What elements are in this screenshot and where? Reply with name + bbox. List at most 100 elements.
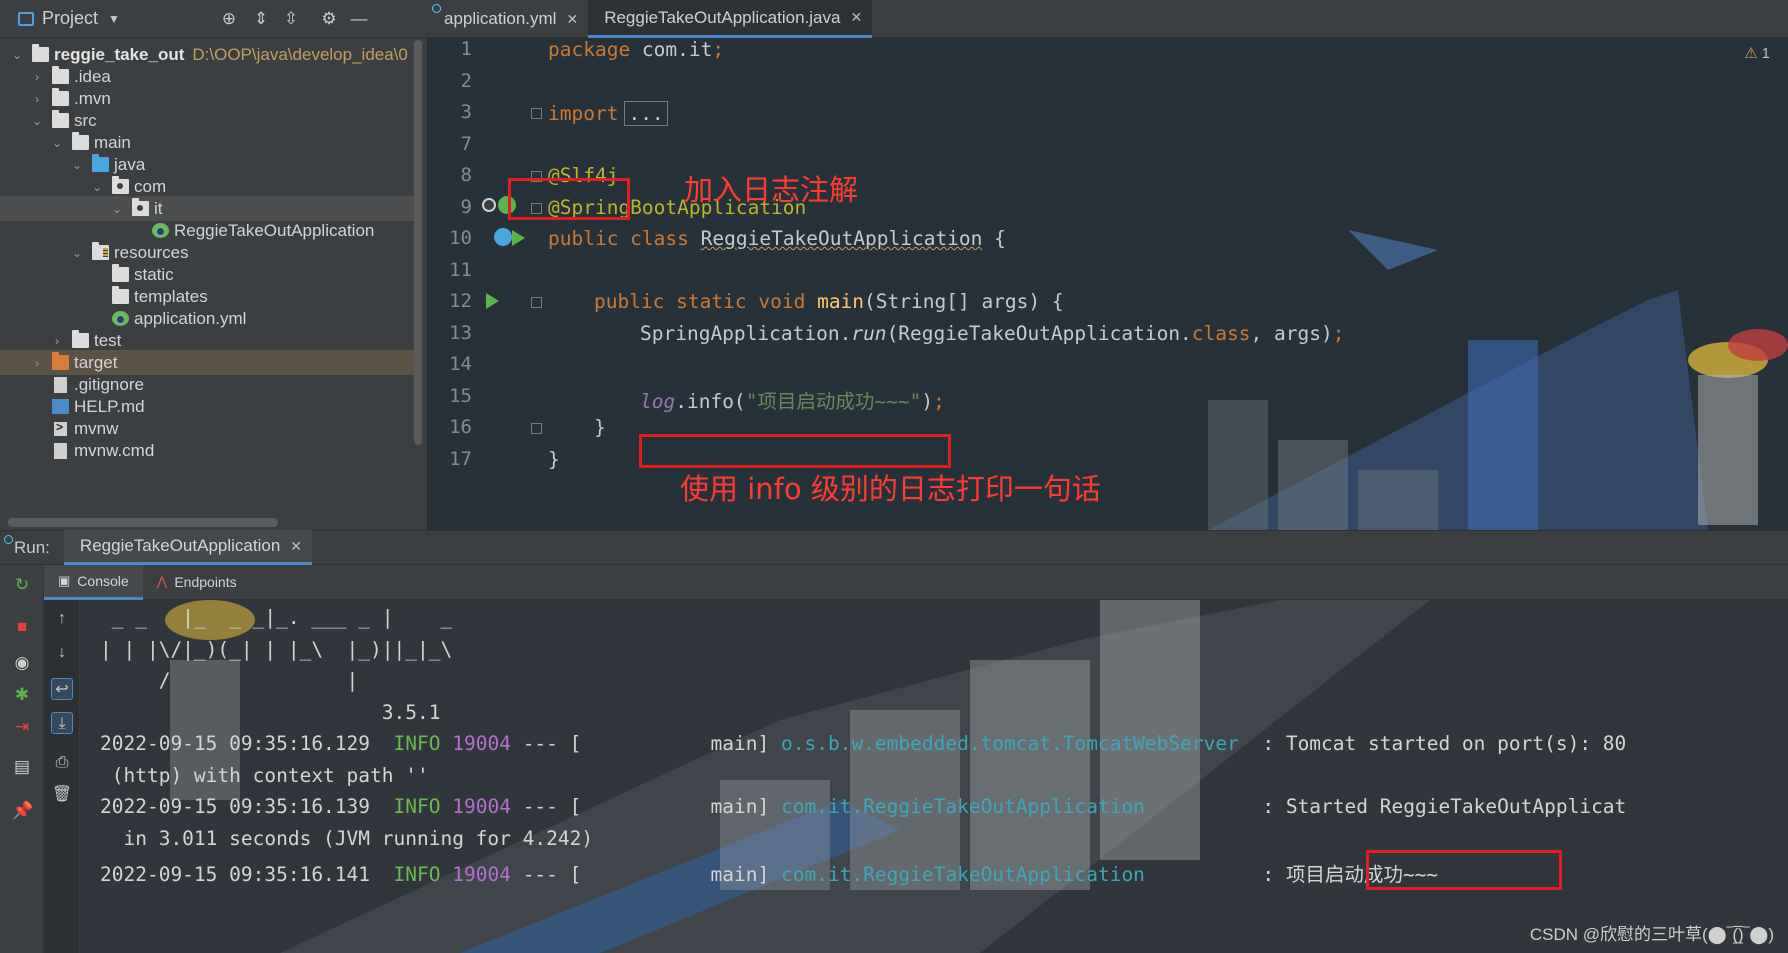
code-text: (String[] args) {	[864, 290, 1064, 313]
stop-icon[interactable]: ■	[12, 617, 32, 637]
tree-horizontal-scrollbar[interactable]	[8, 518, 278, 527]
terminal-file-icon	[54, 420, 67, 436]
tab-console[interactable]: ▣ Console	[44, 564, 143, 600]
rerun-icon[interactable]: ↻	[12, 575, 32, 595]
tree-item-label: target	[74, 352, 118, 372]
banner-line: | | |\/|_)(_| | |_\ |_)||_|_\	[100, 638, 453, 661]
tree-item-label: ReggieTakeOutApplication	[174, 220, 375, 240]
tree-item-label: .gitignore	[74, 374, 144, 394]
hide-panel-icon[interactable]: —	[348, 8, 370, 30]
gear-icon[interactable]: ⚙	[318, 8, 340, 30]
chevron-down-icon[interactable]: ⌄	[90, 180, 104, 194]
chevron-down-icon[interactable]: ⌄	[30, 114, 44, 128]
project-window-icon	[18, 11, 34, 26]
watermark: CSDN @欣慰的三叶草(⬤‾(̲̅)‾⬤)	[1529, 925, 1774, 944]
tree-item-mvnw-cmd[interactable]: mvnw.cmd	[0, 438, 414, 463]
folder-icon	[52, 88, 69, 106]
tree-item-label: templates	[134, 286, 208, 306]
print-icon[interactable]: ⎙	[51, 752, 73, 774]
code-text: (ReggieTakeOutApplication.	[886, 322, 1192, 345]
code-line-3: import...	[548, 101, 668, 126]
console-tab-bar: ▣ Console ⋀ Endpoints	[44, 564, 1788, 600]
code-text: , args)	[1250, 322, 1333, 345]
chevron-down-icon[interactable]: ▼	[108, 12, 120, 26]
log-logger[interactable]: com.it.ReggieTakeOutApplication	[781, 795, 1145, 818]
keyword: package	[548, 38, 631, 61]
tree-item-label: mvnw	[74, 418, 119, 438]
exit-icon[interactable]: ⇥	[12, 717, 32, 737]
log-logger[interactable]: com.it.ReggieTakeOutApplication	[781, 863, 1145, 886]
trash-icon[interactable]: 🗑	[51, 784, 73, 806]
method-name: main	[817, 290, 865, 313]
collapse-all-icon[interactable]: ⇳	[280, 8, 302, 30]
excluded-folder-icon	[52, 352, 69, 370]
annotation-note-slf4j: 加入日志注解	[684, 173, 859, 207]
chevron-right-icon[interactable]: ›	[30, 70, 44, 84]
keyword: class	[1191, 322, 1251, 345]
package-icon	[112, 176, 129, 194]
log-message: : Started ReggieTakeOutApplicat	[1262, 795, 1627, 818]
keyword: public class	[548, 227, 689, 250]
log-timestamp: 2022-09-15 09:35:16.129	[100, 732, 371, 755]
chevron-down-icon[interactable]: ⌄	[110, 202, 124, 216]
layout-icon[interactable]: ▤	[12, 757, 32, 777]
tree-item-label: reggie_take_out	[54, 44, 185, 64]
project-view-selector[interactable]: Project	[42, 8, 98, 29]
run-config-tab[interactable]: ReggieTakeOutApplication ✕	[63, 530, 313, 565]
tab-endpoints[interactable]: ⋀ Endpoints	[143, 565, 251, 600]
console-output[interactable]: _ _ |_ _ _|_. ___ _ | _ | | |\/|_)(_| | …	[80, 600, 1788, 953]
chevron-down-icon[interactable]: ⌄	[10, 48, 24, 62]
debug-icon[interactable]: ✱	[12, 685, 32, 705]
chevron-down-icon[interactable]: ⌄	[50, 136, 64, 150]
banner-version: 3.5.1	[100, 701, 441, 724]
endpoints-icon: ⋀	[156, 574, 168, 589]
file-icon	[54, 376, 67, 393]
run-label: Run:	[14, 537, 50, 557]
tree-item-label: src	[74, 110, 97, 130]
tree-vertical-scrollbar[interactable]	[414, 40, 422, 445]
collapsed-imports[interactable]: ...	[624, 101, 668, 126]
tab-reggie-takeout-application-java[interactable]: ReggieTakeOutApplication.java ✕	[588, 0, 873, 38]
soft-wrap-icon[interactable]: ↩	[51, 678, 73, 700]
code-text: {	[982, 227, 1006, 250]
close-icon[interactable]: ✕	[850, 9, 862, 26]
folder-icon	[32, 44, 49, 62]
log-pid: 19004	[452, 732, 511, 755]
tree-item-label: main	[94, 132, 131, 152]
code-text: )	[921, 390, 934, 413]
spring-class-icon	[152, 223, 169, 238]
log-line-continuation: in 3.011 seconds (JVM running for 4.242)	[100, 827, 594, 850]
log-pid: 19004	[452, 863, 511, 886]
run-tab-label: ReggieTakeOutApplication	[79, 536, 281, 555]
close-icon[interactable]: ✕	[566, 11, 578, 28]
code-area[interactable]: package com.it; import... @Slf4j @Spring…	[428, 38, 1788, 530]
camera-icon[interactable]: ◉	[12, 653, 32, 673]
pin-icon[interactable]: 📌	[12, 801, 33, 821]
arrow-down-icon[interactable]: ↓	[51, 642, 73, 664]
arrow-up-icon[interactable]: ↑	[51, 608, 73, 630]
punctuation: ;	[933, 390, 945, 413]
chevron-down-icon[interactable]: ⌄	[70, 246, 84, 260]
chevron-right-icon[interactable]: ›	[50, 334, 64, 348]
console-toolbar: ↑ ↓ ↩ ⤓ ⎙ 🗑	[44, 600, 80, 953]
chevron-right-icon[interactable]: ›	[30, 356, 44, 370]
expand-all-icon[interactable]: ⇕	[250, 8, 272, 30]
log-level: INFO	[393, 732, 441, 755]
run-side-toolbar: ↻ ■ ◉ ✱ ⇥ ▤ 📌	[0, 565, 44, 953]
chevron-right-icon[interactable]: ›	[30, 92, 44, 106]
log-thread: main]	[710, 795, 770, 818]
locate-icon[interactable]: ⊕	[218, 8, 240, 30]
tab-application-yml[interactable]: application.yml ✕	[428, 0, 588, 38]
folder-icon	[72, 132, 89, 150]
console-icon: ▣	[58, 572, 71, 588]
string-literal: "项目启动成功~~~"	[745, 390, 922, 413]
folder-icon	[112, 286, 129, 304]
tree-item-label: test	[94, 330, 122, 350]
scroll-to-end-icon[interactable]: ⤓	[51, 712, 73, 734]
chevron-down-icon[interactable]: ⌄	[70, 158, 84, 172]
close-icon[interactable]: ✕	[290, 538, 302, 555]
code-line-12: public static void main(String[] args) {	[594, 290, 1064, 313]
log-logger[interactable]: o.s.b.w.embedded.tomcat.TomcatWebServer	[781, 732, 1239, 755]
log-level: INFO	[393, 795, 441, 818]
project-tree: ⌄ reggie_take_out D:\OOP\java\develop_idea…	[0, 38, 414, 518]
